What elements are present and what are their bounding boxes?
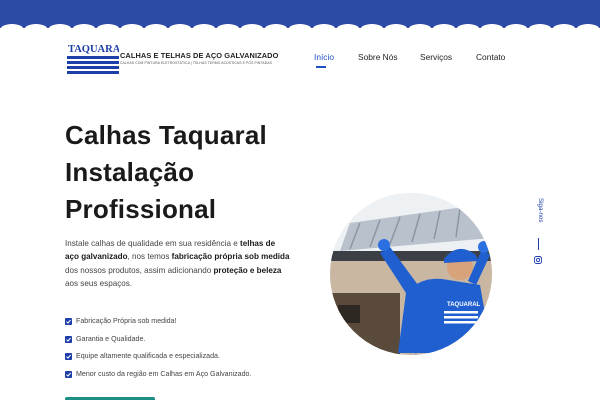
brand-subtitle: CALHAS COM PINTURA ELETROSTÁTICA | TELHA… <box>120 61 273 65</box>
hero-photo: TAQUARAL <box>330 193 492 355</box>
hero-title: Calhas Taquaral Instalação Profissional <box>65 117 267 228</box>
hero-title-line-1: Calhas Taquaral <box>65 120 267 150</box>
shirt-logo-text: TAQUARAL <box>447 302 481 308</box>
logo-text: TAQUARAL <box>68 44 119 55</box>
taquaral-logo[interactable]: TAQUARAL <box>67 41 127 74</box>
follow-us-label: Siga-nos <box>537 198 544 223</box>
feature-item: Equipe altamente qualificada e especiali… <box>65 352 251 370</box>
check-icon <box>65 370 72 378</box>
nav-servicos[interactable]: Serviços <box>420 52 452 62</box>
nav-inicio[interactable]: Início <box>314 52 334 62</box>
check-icon <box>65 353 72 360</box>
top-decorative-band <box>0 0 600 36</box>
nav-sobre-nos[interactable]: Sobre Nós <box>358 52 398 62</box>
feature-item: Menor custo da região em Calhas em Aço G… <box>65 370 251 388</box>
instagram-icon[interactable] <box>534 256 542 264</box>
check-icon <box>65 318 72 325</box>
feature-item: Garantia e Qualidade. <box>65 335 251 353</box>
hero-title-line-2: Instalação <box>65 157 195 187</box>
brand-title: CALHAS E TELHAS DE AÇO GALVANIZADO <box>120 51 279 60</box>
nav-active-indicator <box>316 66 326 68</box>
nav-contato[interactable]: Contato <box>476 52 505 62</box>
hero-title-line-3: Profissional <box>65 194 217 224</box>
check-icon <box>65 335 72 343</box>
feature-list: Fabricação Própria sob medida! Garantia … <box>65 317 251 387</box>
hero-description: Instale calhas de qualidade em sua resid… <box>65 239 290 288</box>
social-divider <box>538 238 539 250</box>
feature-item: Fabricação Própria sob medida! <box>65 317 251 335</box>
